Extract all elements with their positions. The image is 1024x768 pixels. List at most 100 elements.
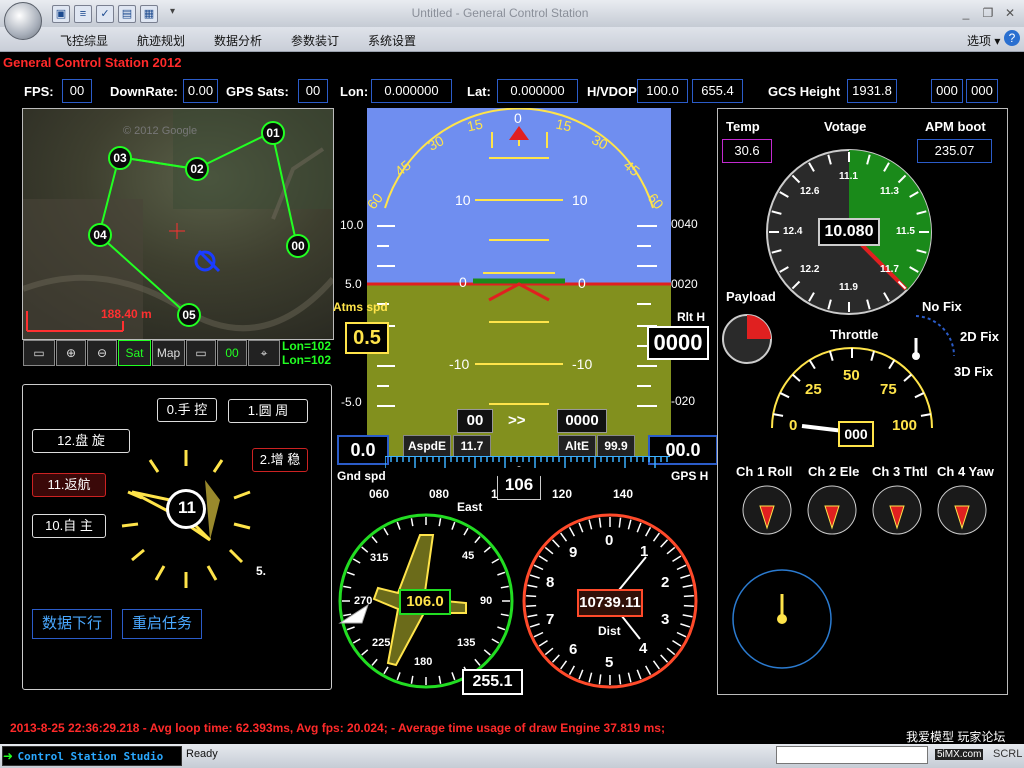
waypoint-05[interactable]: 05 bbox=[177, 303, 201, 327]
roll-label-15-right: 15 bbox=[554, 115, 574, 135]
scrl-indicator: SCRL bbox=[993, 748, 1023, 760]
download-data-button[interactable]: 数据下行 bbox=[32, 609, 112, 639]
gauge-tick bbox=[808, 359, 816, 370]
3d-fix-label: 3D Fix bbox=[954, 364, 994, 379]
gauge-tick bbox=[914, 392, 925, 399]
site-text: 5iMX.com bbox=[935, 749, 984, 760]
image-icon[interactable]: ▦ bbox=[140, 5, 158, 23]
waypoint-04[interactable]: 04 bbox=[88, 223, 112, 247]
compass-heading-value: 106.0 bbox=[399, 589, 451, 615]
mode-circle-button[interactable]: 1.圆 周 bbox=[228, 399, 308, 423]
dist-num-5: 5 bbox=[605, 654, 614, 671]
waypoint-03[interactable]: 03 bbox=[108, 146, 132, 170]
frame-button[interactable]: ▭ bbox=[186, 340, 216, 366]
voltage-label: Votage bbox=[824, 119, 867, 134]
temp-label: Temp bbox=[726, 119, 760, 134]
map-layers-button[interactable]: ▭ bbox=[23, 340, 55, 366]
gauge-tick bbox=[903, 373, 913, 382]
menu-system-settings[interactable]: 系统设置 bbox=[368, 32, 416, 49]
zoom-out-button[interactable]: ⊖ bbox=[87, 340, 117, 366]
hud-box-right: 0000 bbox=[557, 409, 607, 433]
close-button[interactable]: ✕ bbox=[999, 4, 1021, 22]
maximize-button[interactable]: ❐ bbox=[977, 4, 999, 22]
quick-access-dropdown-icon[interactable]: ▾ bbox=[170, 6, 175, 17]
mode-loiter-button[interactable]: 12.盘 旋 bbox=[32, 429, 130, 453]
mode-rtl-button[interactable]: 11.返航 bbox=[32, 473, 106, 497]
map-counter: 00 bbox=[217, 340, 247, 366]
alt-scale-neg5: -5.0 bbox=[341, 395, 362, 409]
satellite-map bbox=[23, 109, 333, 339]
relative-alt-value: 0000 bbox=[647, 326, 709, 360]
right-scale-40: 0040 bbox=[671, 217, 698, 231]
airspeed-error-label: AspdE bbox=[403, 435, 451, 457]
heading-direction: East bbox=[457, 500, 483, 514]
compass-label-45: 45 bbox=[462, 550, 475, 562]
throttle-tick-75: 75 bbox=[880, 381, 897, 398]
compass-label-270: 270 bbox=[354, 595, 373, 607]
volt-tick-11-9: 11.9 bbox=[839, 282, 858, 293]
options-label: 选项 bbox=[967, 34, 992, 48]
downrate-label: DownRate: bbox=[110, 84, 178, 99]
roll-label-0: 0 bbox=[514, 110, 522, 126]
mode-5-label: 5. bbox=[256, 564, 267, 578]
extra-value-2: 000 bbox=[966, 79, 998, 103]
map-view-button[interactable]: Map bbox=[152, 340, 185, 366]
gauge-tick bbox=[791, 373, 801, 382]
volt-tick-11-7: 11.7 bbox=[880, 264, 899, 275]
throttle-tick-25: 25 bbox=[805, 381, 822, 398]
waypoint-01[interactable]: 01 bbox=[261, 121, 285, 145]
help-icon[interactable]: ? bbox=[1004, 30, 1020, 46]
heading-tick-120: 120 bbox=[552, 487, 573, 501]
gauge-tick bbox=[683, 604, 694, 608]
volt-tick-11-3: 11.3 bbox=[880, 186, 899, 197]
downrate-value: 0.00 bbox=[183, 79, 218, 103]
map-scale: 188.40 m bbox=[101, 307, 152, 321]
zoom-in-button[interactable]: ⊕ bbox=[56, 340, 86, 366]
voltage-value: 10.080 bbox=[818, 218, 880, 246]
ground-speed-value: 0.0 bbox=[337, 435, 389, 465]
list-icon[interactable]: ≡ bbox=[74, 5, 92, 23]
restart-mission-button[interactable]: 重启任务 bbox=[122, 609, 202, 639]
gcs-height-label: GCS Height bbox=[768, 84, 841, 99]
compass-bottom-value: 255.1 bbox=[462, 669, 523, 695]
options-menu[interactable]: 选项 ▾ bbox=[967, 32, 1000, 49]
alt-scale-5: 5.0 bbox=[345, 277, 362, 291]
alt-error-label: AltE bbox=[558, 435, 596, 457]
menu-flight-display[interactable]: 飞控综显 bbox=[60, 32, 108, 49]
dist-num-0: 0 bbox=[605, 532, 614, 549]
lat-value: 0.000000 bbox=[497, 79, 578, 103]
waypoint-00[interactable]: 00 bbox=[286, 234, 310, 258]
fps-value: 00 bbox=[62, 79, 92, 103]
menu-parameters[interactable]: 参数装订 bbox=[291, 32, 339, 49]
map-view[interactable]: © 2012 Google 188.40 m 01 02 03 04 05 00 bbox=[22, 108, 334, 340]
save-icon[interactable]: ▣ bbox=[52, 5, 70, 23]
volt-tick-11-1: 11.1 bbox=[839, 171, 858, 182]
mode-stabilize-button[interactable]: 2.增 稳 bbox=[252, 448, 308, 472]
ch3-throttle-gauge bbox=[872, 485, 922, 535]
minimize-button[interactable]: _ bbox=[955, 4, 977, 22]
volt-tick-11-5: 11.5 bbox=[896, 226, 915, 237]
checklist-icon[interactable]: ✓ bbox=[96, 5, 114, 23]
ch4-label: Ch 4 Yaw bbox=[937, 464, 994, 479]
sat-view-button[interactable]: Sat bbox=[118, 340, 151, 366]
waypoint-02[interactable]: 02 bbox=[185, 157, 209, 181]
roll-label-15-left: 15 bbox=[465, 115, 485, 135]
mode-auto-button[interactable]: 10.自 主 bbox=[32, 514, 106, 538]
gauge-tick bbox=[526, 604, 537, 608]
dist-num-2: 2 bbox=[661, 574, 670, 591]
pitch-label-0-left: 0 bbox=[459, 274, 467, 290]
dist-num-3: 3 bbox=[661, 611, 670, 628]
heading-tick-100: 1 bbox=[491, 487, 498, 501]
mode-manual-button[interactable]: 0.手 控 bbox=[157, 398, 217, 422]
document-icon[interactable]: ▤ bbox=[118, 5, 136, 23]
compass-label-135: 135 bbox=[457, 637, 476, 649]
menu-path-planning[interactable]: 航迹规划 bbox=[137, 32, 185, 49]
map-lon-text-2: Lon=102 bbox=[282, 353, 332, 367]
menu-data-analysis[interactable]: 数据分析 bbox=[214, 32, 262, 49]
gauge-tick bbox=[779, 392, 790, 399]
app-menu-button[interactable] bbox=[4, 2, 42, 40]
status-log-line: 2013-8-25 22:36:29.218 - Avg loop time: … bbox=[10, 721, 665, 735]
heading-tape bbox=[385, 456, 670, 468]
center-target-button[interactable]: ⌖ bbox=[248, 340, 280, 366]
watermark-text: 我爱模型 玩家论坛 bbox=[906, 730, 1006, 744]
